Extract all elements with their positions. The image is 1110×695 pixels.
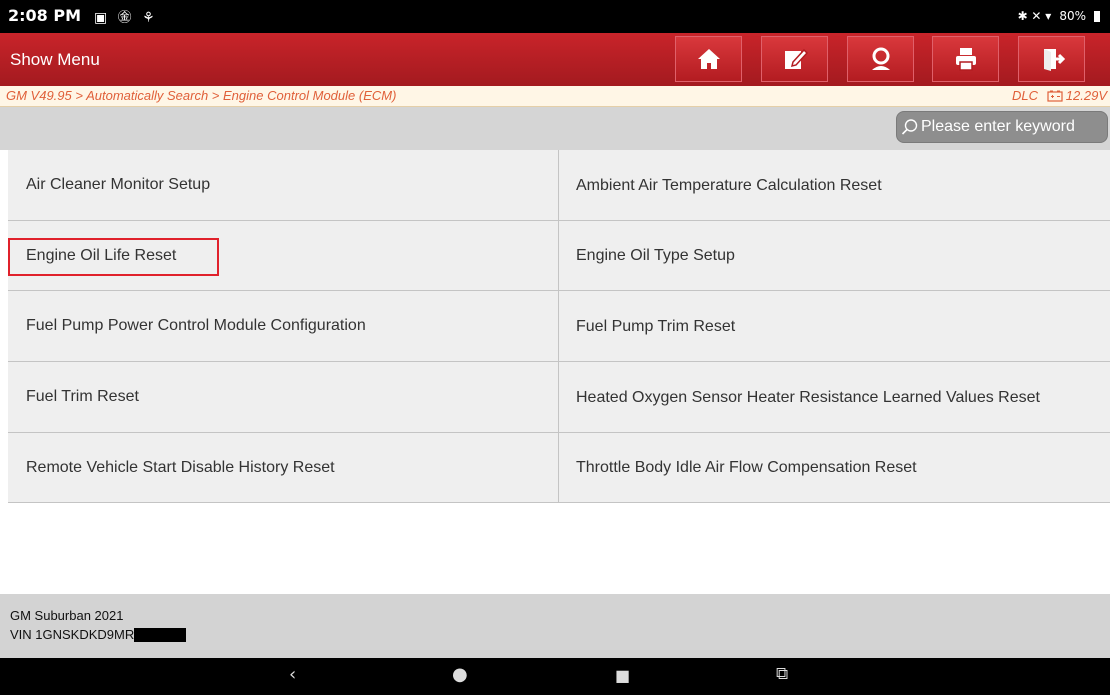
menu-row: Remote Vehicle Start Disable History Res… xyxy=(8,433,1110,503)
voltage-indicator: 12.29V xyxy=(1047,88,1107,103)
menu-item-heated-oxygen-sensor-heater-resistance-learned-values-reset[interactable]: Heated Oxygen Sensor Heater Resistance L… xyxy=(559,362,1110,432)
navigation-bar: ‹ ● ■ ⧉ xyxy=(0,658,1110,695)
search-icon xyxy=(901,119,918,135)
title-bar: Show Menu xyxy=(0,33,1110,86)
vehicle-info-footer: GM Suburban 2021 VIN 1GNSKDKD9MR xyxy=(0,594,1110,658)
user-icon xyxy=(871,47,890,70)
home-icon xyxy=(697,49,720,69)
battery-level: 80% xyxy=(1059,9,1086,23)
function-menu: Air Cleaner Monitor Setup Ambient Air Te… xyxy=(8,150,1110,503)
breadcrumb: GM V49.95 > Automatically Search > Engin… xyxy=(6,88,397,103)
menu-row: Fuel Trim Reset Heated Oxygen Sensor Hea… xyxy=(8,362,1110,433)
menu-row: Fuel Pump Power Control Module Configura… xyxy=(8,291,1110,362)
menu-item-throttle-body-idle-air-flow-compensation-reset[interactable]: Throttle Body Idle Air Flow Compensation… xyxy=(559,433,1110,502)
dlc-label: DLC xyxy=(1011,88,1038,103)
menu-item-remote-vehicle-start-disable-history-reset[interactable]: Remote Vehicle Start Disable History Res… xyxy=(8,433,559,502)
vehicle-vin: VIN 1GNSKDKD9MR xyxy=(10,627,187,642)
show-menu-title[interactable]: Show Menu xyxy=(10,50,100,70)
menu-item-fuel-pump-trim-reset[interactable]: Fuel Pump Trim Reset xyxy=(559,291,1110,361)
highlight-box xyxy=(8,238,219,276)
battery-voltage-icon xyxy=(1047,90,1063,102)
status-bar: 2:08 PM ▣ ㊎ ⚘ ✱ ✕ ▾ 80% xyxy=(0,0,1110,33)
menu-item-fuel-pump-power-control-module-configuration[interactable]: Fuel Pump Power Control Module Configura… xyxy=(8,291,559,361)
status-notification-icons: ▣ ㊎ ⚘ xyxy=(94,10,158,26)
menu-item-engine-oil-life-reset[interactable]: Engine Oil Life Reset xyxy=(8,221,559,290)
menu-item-fuel-trim-reset[interactable]: Fuel Trim Reset xyxy=(8,362,559,432)
status-connectivity-icons: ✱ ✕ ▾ xyxy=(1017,9,1052,23)
exit-icon xyxy=(1043,49,1065,71)
status-right-group: ✱ ✕ ▾ 80% xyxy=(1018,9,1100,23)
edit-button[interactable] xyxy=(761,36,828,82)
menu-item-air-cleaner-monitor-setup[interactable]: Air Cleaner Monitor Setup xyxy=(8,150,559,220)
breadcrumb-bar: GM V49.95 > Automatically Search > Engin… xyxy=(0,86,1110,107)
vin-redaction xyxy=(134,627,187,642)
menu-item-ambient-air-temperature-calculation-reset[interactable]: Ambient Air Temperature Calculation Rese… xyxy=(559,150,1110,220)
user-button[interactable] xyxy=(847,36,914,82)
home-button[interactable] xyxy=(675,36,742,82)
edit-icon xyxy=(784,48,808,69)
recents-icon[interactable]: ■ xyxy=(615,666,630,685)
home-nav-icon[interactable]: ● xyxy=(452,664,468,685)
search-box[interactable] xyxy=(896,111,1108,143)
menu-item-engine-oil-type-setup[interactable]: Engine Oil Type Setup xyxy=(559,221,1110,290)
vin-text: VIN 1GNSKDKD9MR xyxy=(10,627,135,642)
menu-row: Air Cleaner Monitor Setup Ambient Air Te… xyxy=(8,150,1110,221)
screenshot-icon[interactable]: ⧉ xyxy=(776,664,788,684)
vehicle-model: GM Suburban 2021 xyxy=(10,608,124,623)
status-time: 2:08 PM xyxy=(8,6,82,25)
search-bar xyxy=(0,107,1110,150)
print-button[interactable] xyxy=(932,36,999,82)
print-icon xyxy=(955,48,976,71)
search-input[interactable] xyxy=(919,118,1101,136)
back-icon[interactable]: ‹ xyxy=(289,664,296,685)
menu-row: Engine Oil Life Reset Engine Oil Type Se… xyxy=(8,221,1110,291)
battery-icon xyxy=(1094,10,1100,22)
voltage-value: 12.29V xyxy=(1065,88,1107,103)
exit-button[interactable] xyxy=(1018,36,1085,82)
